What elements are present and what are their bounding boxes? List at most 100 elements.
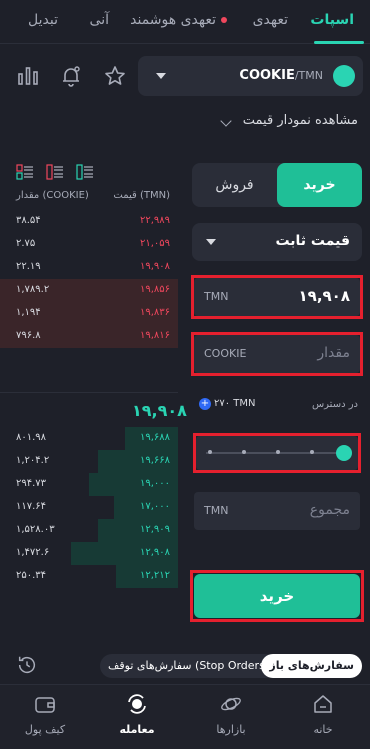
bid-row[interactable]: ۱۱۷.۶۴ ۱۷,۰۰۰ — [0, 496, 178, 519]
slider-tick-50[interactable] — [276, 450, 280, 454]
deposit-plus-icon[interactable]: + — [199, 398, 211, 410]
nav-wallet[interactable]: کیف پول — [8, 685, 82, 749]
open-orders-chip[interactable]: سفارش‌های باز — [261, 654, 362, 678]
ask-row[interactable]: ۱,۱۹۴ ۱۹,۸۳۶ — [0, 302, 178, 325]
order-type-label: قیمت ثابت — [275, 233, 350, 249]
buy-tab[interactable]: خرید — [277, 163, 362, 207]
bid-row[interactable]: ۸۰۱.۹۸ ۱۹,۶۸۸ — [0, 427, 178, 450]
ask-price: ۱۹,۸۵۶ — [139, 284, 170, 295]
available-label: در دسترس — [311, 399, 358, 410]
order-type-select[interactable]: قیمت ثابت — [192, 223, 362, 261]
ask-row[interactable]: ۳۸.۵۴ ۲۲,۹۸۹ — [0, 210, 178, 233]
slider-tick-75[interactable] — [310, 450, 314, 454]
stop-orders-chip[interactable]: سفارش‌های توقف (Stop Orders) — [100, 654, 278, 678]
ask-row[interactable]: ۲۲.۱۹ ۱۹,۹۰۸ — [0, 256, 178, 279]
bid-row[interactable]: ۱,۴۷۲.۶ ۱۲,۹۰۸ — [0, 542, 178, 565]
tab-spot[interactable]: اسپات — [310, 12, 354, 28]
chevron-down-icon[interactable] — [220, 115, 232, 127]
ask-price: ۲۱,۰۵۹ — [139, 238, 170, 249]
bid-price: ۱۲,۹۰۹ — [139, 524, 170, 535]
bid-amount: ۲۵۰.۳۴ — [16, 570, 47, 581]
bottom-nav: کیف پول معامله بازارها خانه — [0, 684, 370, 749]
bid-row[interactable]: ۲۹۴.۷۳ ۱۹,۰۰۰ — [0, 473, 178, 496]
bid-price: ۱۹,۰۰۰ — [139, 478, 170, 489]
ask-amount: ۷۹۶.۸ — [16, 330, 41, 341]
wallet-icon — [35, 697, 55, 713]
price-unit: TMN — [204, 290, 229, 303]
bar-chart-icon[interactable] — [16, 64, 40, 88]
slider-knob[interactable] — [336, 445, 352, 461]
tab-instant[interactable]: آنی — [90, 12, 109, 28]
bid-amount: ۲۹۴.۷۳ — [16, 478, 47, 489]
amount-unit: COOKIE — [204, 347, 247, 360]
bid-row[interactable]: ۱,۵۲۸.۰۳ ۱۲,۹۰۹ — [0, 519, 178, 542]
star-icon[interactable] — [103, 64, 127, 88]
sell-tab[interactable]: فروش — [192, 163, 277, 207]
ask-row[interactable]: ۲.۷۵ ۲۱,۰۵۹ — [0, 233, 178, 256]
amount-placeholder: مقدار — [317, 345, 350, 361]
orderbook-asks-icon[interactable] — [46, 164, 64, 180]
ask-row[interactable]: ۱,۷۸۹.۲ ۱۹,۸۵۶ — [0, 279, 178, 302]
pair-name: COOKIE/TMN — [239, 68, 323, 83]
buy-sell-toggle: فروش خرید — [192, 163, 362, 207]
total-field[interactable]: TMN مجموع — [194, 492, 360, 530]
pair-selector[interactable]: COOKIE/TMN — [138, 56, 363, 96]
bid-amount: ۱,۴۷۲.۶ — [16, 547, 50, 558]
amount-field[interactable]: COOKIE مقدار — [194, 335, 360, 373]
ask-amount: ۲۲.۱۹ — [16, 261, 41, 272]
ask-amount: ۱,۱۹۴ — [16, 307, 41, 318]
nav-trade-label: معامله — [119, 723, 155, 736]
market-type-tabs: اسپات تعهدی تعهدی هوشمند آنی تبدیل — [0, 0, 370, 44]
bid-price: ۱۹,۶۸۸ — [139, 432, 170, 443]
amount-slider[interactable] — [196, 436, 358, 470]
orderbook-both-icon[interactable] — [16, 164, 34, 180]
tab-convert[interactable]: تبدیل — [28, 12, 58, 28]
price-field[interactable]: TMN ۱۹,۹۰۸ — [194, 278, 360, 316]
tab-smart-margin-label: تعهدی هوشمند — [130, 12, 216, 28]
bid-price: ۱۲,۹۰۸ — [139, 547, 170, 558]
bid-row[interactable]: ۱,۲۰۴.۲ ۱۹,۶۶۸ — [0, 450, 178, 473]
bid-amount: ۱۱۷.۶۴ — [16, 501, 47, 512]
home-icon — [314, 695, 332, 713]
ask-price: ۲۲,۹۸۹ — [139, 215, 170, 226]
nav-markets[interactable]: بازارها — [194, 685, 268, 749]
bell-icon[interactable] — [59, 64, 83, 88]
markets-icon — [221, 697, 241, 711]
nav-home[interactable]: خانه — [286, 685, 360, 749]
new-dot-badge — [221, 17, 227, 23]
orderbook-bids-icon[interactable] — [76, 164, 94, 180]
ask-row[interactable]: ۷۹۶.۸ ۱۹,۸۱۶ — [0, 325, 178, 348]
total-placeholder: مجموع — [309, 502, 350, 518]
bid-amount: ۱,۵۲۸.۰۳ — [16, 524, 55, 535]
ask-amount: ۲.۷۵ — [16, 238, 36, 249]
total-unit: TMN — [204, 504, 229, 517]
orderbook-price-header: قیمت (TMN) — [113, 190, 170, 201]
ask-amount: ۱,۷۸۹.۲ — [16, 284, 50, 295]
slider-tick-0[interactable] — [208, 450, 212, 454]
ask-amount: ۳۸.۵۴ — [16, 215, 41, 226]
tab-margin[interactable]: تعهدی — [253, 12, 288, 28]
show-price-chart-toggle[interactable]: مشاهده نمودار قیمت — [243, 113, 358, 128]
price-value: ۱۹,۹۰۸ — [298, 287, 350, 305]
tab-smart-margin[interactable]: تعهدی هوشمند — [130, 12, 227, 28]
cookie-coin-icon — [333, 65, 355, 87]
orderbook-amount-header: مقدار (COOKIE) — [16, 190, 89, 201]
pair-quote: /TMN — [294, 69, 323, 82]
bid-price: ۱۹,۶۶۸ — [139, 455, 170, 466]
slider-tick-25[interactable] — [242, 450, 246, 454]
pair-base: COOKIE — [239, 68, 295, 83]
active-tab-indicator — [314, 41, 364, 44]
last-price[interactable]: ۱۹,۹۰۸ — [132, 401, 187, 420]
chevron-down-icon — [156, 73, 166, 79]
bid-price: ۱۲,۲۱۲ — [139, 570, 170, 581]
history-icon[interactable] — [16, 654, 38, 676]
bid-row[interactable]: ۲۵۰.۳۴ ۱۲,۲۱۲ — [0, 565, 178, 588]
nav-trade[interactable]: معامله — [100, 685, 174, 749]
bid-amount: ۱,۲۰۴.۲ — [16, 455, 50, 466]
bid-amount: ۸۰۱.۹۸ — [16, 432, 47, 443]
orders-bar: سفارش‌های توقف (Stop Orders) سفارش‌های ب… — [0, 650, 370, 684]
ask-price: ۱۹,۹۰۸ — [139, 261, 170, 272]
nav-wallet-label: کیف پول — [24, 723, 66, 736]
submit-buy-button[interactable]: خرید — [194, 574, 360, 618]
ask-price: ۱۹,۸۱۶ — [139, 330, 170, 341]
